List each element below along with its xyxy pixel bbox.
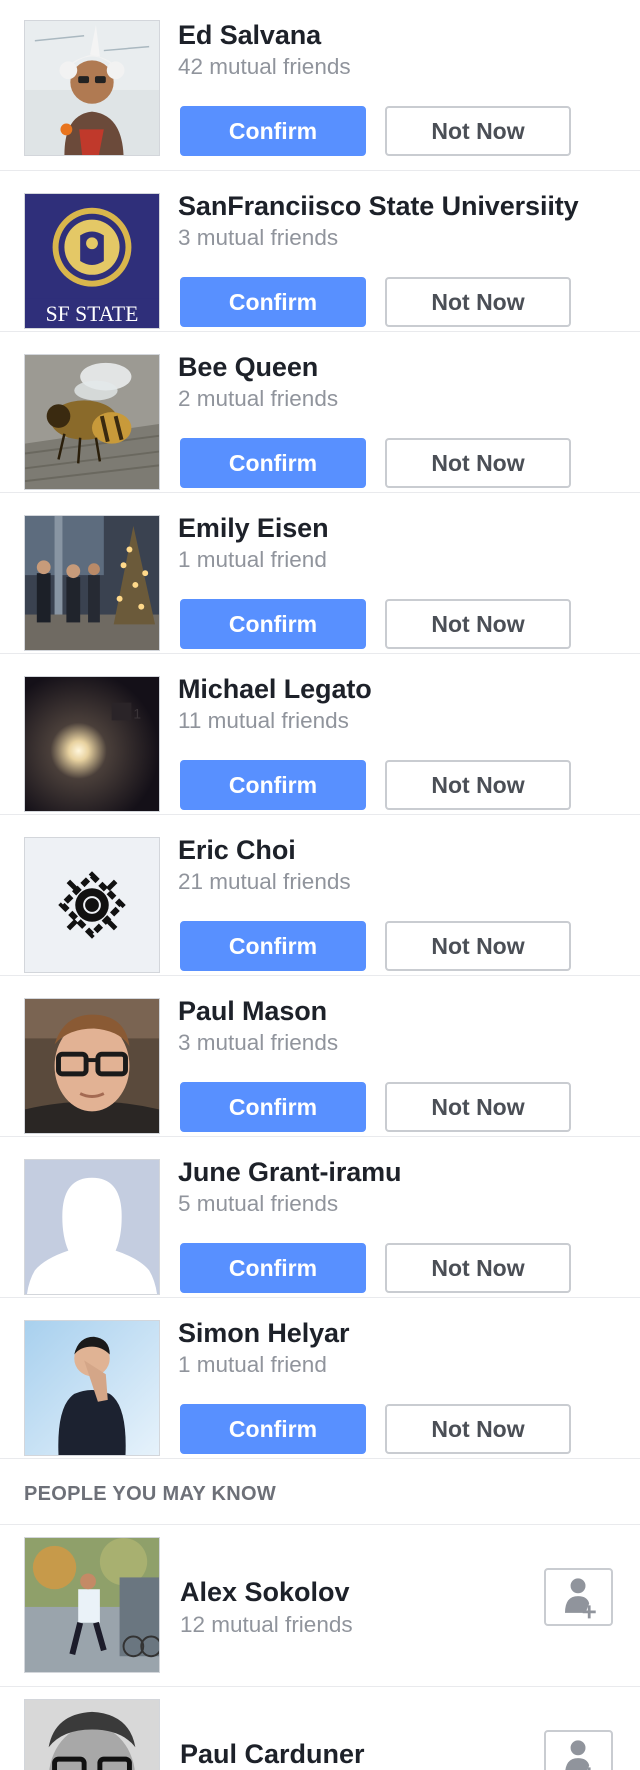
geometric-logo-icon[interactable] [24,837,160,973]
requester-name[interactable]: Paul Mason [178,996,327,1027]
add-friend-icon [565,1740,591,1770]
confirm-button[interactable]: Confirm [180,438,366,488]
not-now-button[interactable]: Not Now [385,1243,571,1293]
not-now-button[interactable]: Not Now [385,760,571,810]
section-title: PEOPLE YOU MAY KNOW [24,1483,277,1505]
add-friend-button[interactable] [544,1730,613,1770]
sf-state-logo-icon[interactable]: SF STATE [24,193,160,329]
requester-name[interactable]: Emily Eisen [178,513,329,544]
friend-request-row: SF STATE SanFranciisco State Universiity… [0,171,640,332]
mutual-friends-count: 1 mutual friend [178,1352,327,1377]
confirm-button[interactable]: Confirm [180,760,366,810]
mutual-friends-count: 21 mutual friends [178,869,351,894]
person-name[interactable]: Paul Carduner [180,1739,365,1770]
confirm-button[interactable]: Confirm [180,106,366,156]
not-now-button[interactable]: Not Now [385,1404,571,1454]
not-now-button[interactable]: Not Now [385,106,571,156]
profile-photo-paul-carduner-icon[interactable] [24,1699,160,1770]
friend-request-row: Simon Helyar 1 mutual friend Confirm Not… [0,1298,640,1459]
requester-name[interactable]: Ed Salvana [178,20,321,51]
not-now-button[interactable]: Not Now [385,599,571,649]
requester-name[interactable]: Bee Queen [178,352,318,383]
mutual-friends-count: 11 mutual friends [178,708,349,733]
profile-photo-ed-salvana-icon[interactable] [24,20,160,156]
light-photo-icon[interactable]: 1 [24,676,160,812]
friend-request-row: Bee Queen 2 mutual friends Confirm Not N… [0,332,640,493]
confirm-button[interactable]: Confirm [180,1243,366,1293]
profile-photo-simon-helyar-icon[interactable] [24,1320,160,1456]
friend-request-row: Ed Salvana 42 mutual friends Confirm Not… [0,0,640,171]
mutual-friends-count: 5 mutual friends [178,1191,339,1216]
add-friend-icon [565,1578,596,1619]
mutual-friends-count: 3 mutual friends [178,1030,339,1055]
confirm-button[interactable]: Confirm [180,277,366,327]
profile-photo-paul-mason-icon[interactable] [24,998,160,1134]
requester-name[interactable]: Eric Choi [178,835,296,866]
requester-name[interactable]: Simon Helyar [178,1318,349,1349]
add-friend-button[interactable] [544,1568,613,1626]
sf-state-logo-text: SF STATE [46,302,139,326]
person-name[interactable]: Alex Sokolov [180,1577,350,1608]
requester-name[interactable]: SanFranciisco State Universiity [178,191,579,222]
friend-request-row: 1 Michael Legato 11 mutual friends Confi… [0,654,640,815]
friend-request-list: Ed Salvana 42 mutual friends Confirm Not… [0,0,640,1459]
requester-name[interactable]: Michael Legato [178,674,372,705]
not-now-button[interactable]: Not Now [385,921,571,971]
friend-request-row: Eric Choi 21 mutual friends Confirm Not … [0,815,640,976]
default-female-avatar-icon[interactable] [24,1159,160,1295]
pymk-row: Alex Sokolov 12 mutual friends [0,1525,640,1687]
section-header-people-you-may-know: PEOPLE YOU MAY KNOW [0,1459,640,1525]
requester-name[interactable]: June Grant-iramu [178,1157,402,1188]
confirm-button[interactable]: Confirm [180,1404,366,1454]
people-you-may-know-list: Alex Sokolov 12 mutual friends Paul Card… [0,1525,640,1770]
svg-text:1: 1 [133,706,141,721]
confirm-button[interactable]: Confirm [180,599,366,649]
not-now-button[interactable]: Not Now [385,438,571,488]
confirm-button[interactable]: Confirm [180,921,366,971]
runner-photo-icon[interactable] [24,1537,160,1673]
friend-request-row: Emily Eisen 1 mutual friend Confirm Not … [0,493,640,654]
mutual-friends-count: 1 mutual friend [178,547,327,572]
mutual-friends-count: 12 mutual friends [180,1612,353,1637]
not-now-button[interactable]: Not Now [385,1082,571,1132]
mutual-friends-count: 42 mutual friends [178,54,351,79]
confirm-button[interactable]: Confirm [180,1082,366,1132]
not-now-button[interactable]: Not Now [385,277,571,327]
mutual-friends-count: 3 mutual friends [178,225,339,250]
friend-request-row: June Grant-iramu 5 mutual friends Confir… [0,1137,640,1298]
pymk-row: Paul Carduner [0,1687,640,1770]
bee-photo-icon[interactable] [24,354,160,490]
mutual-friends-count: 2 mutual friends [178,386,339,411]
friend-request-row: Paul Mason 3 mutual friends Confirm Not … [0,976,640,1137]
party-photo-icon[interactable] [24,515,160,651]
